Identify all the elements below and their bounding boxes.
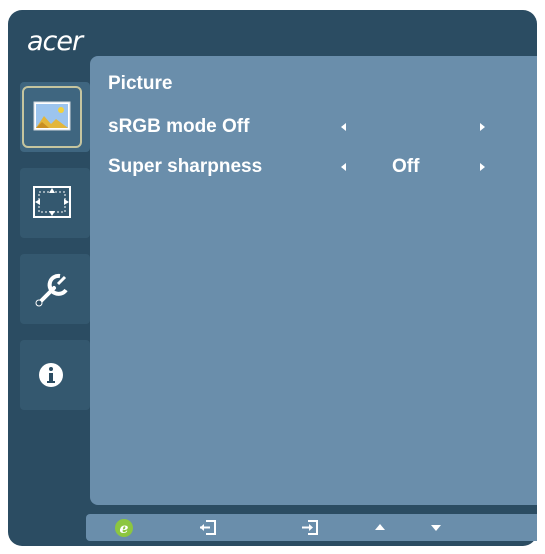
arrow-left-icon[interactable] — [338, 154, 350, 180]
position-icon — [33, 186, 71, 218]
menu-panel: Picture sRGB mode Off Super sharpness Of… — [90, 56, 537, 505]
sidebar-item-information[interactable] — [20, 340, 90, 410]
svg-text:e: e — [120, 521, 129, 537]
menu-item-srgb-mode[interactable]: sRGB mode Off — [108, 114, 518, 140]
exit-icon[interactable] — [194, 514, 222, 541]
triangle-up-icon[interactable] — [366, 514, 394, 541]
bottom-button-bar: e — [86, 514, 537, 541]
wrench-icon — [35, 273, 68, 307]
menu-title: Picture — [108, 73, 173, 94]
picture-icon — [33, 101, 71, 131]
sidebar-item-setup[interactable] — [20, 254, 90, 324]
acer-logo: acer — [27, 26, 83, 57]
menu-item-label: Super sharpness — [108, 156, 263, 177]
arrow-left-icon[interactable] — [338, 114, 350, 140]
arrow-right-icon[interactable] — [476, 154, 488, 180]
enter-icon[interactable] — [296, 514, 324, 541]
e-icon[interactable]: e — [110, 514, 138, 541]
menu-item-label: sRGB mode Off — [108, 116, 250, 137]
arrow-right-icon[interactable] — [476, 114, 488, 140]
menu-item-super-sharpness[interactable]: Super sharpness Off — [108, 154, 518, 180]
sidebar-item-picture[interactable] — [20, 82, 90, 152]
info-icon — [39, 363, 63, 387]
menu-item-value: Off — [392, 156, 420, 177]
triangle-down-icon[interactable] — [422, 514, 450, 541]
sidebar-item-position[interactable] — [20, 168, 90, 238]
